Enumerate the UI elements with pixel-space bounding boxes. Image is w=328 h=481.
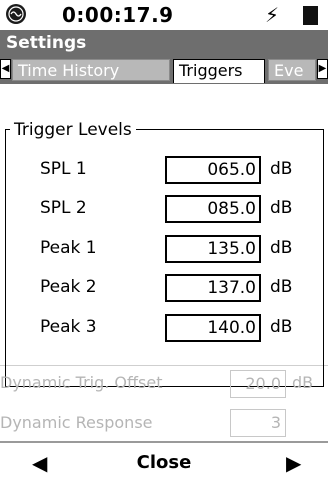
spl2-unit: dB (270, 198, 293, 218)
peak2-input[interactable]: 137.0 (165, 274, 261, 302)
peak1-label: Peak 1 (40, 238, 97, 258)
page-title: Settings (0, 30, 328, 56)
peak2-label: Peak 2 (40, 277, 97, 297)
next-arrow-icon[interactable]: ▶ (286, 451, 301, 475)
tab-scroll-right-button[interactable]: ▶ (317, 59, 328, 79)
dynamic-response-label: Dynamic Response (0, 413, 153, 432)
spl1-label: SPL 1 (40, 159, 87, 179)
peak3-unit: dB (270, 317, 293, 337)
spl1-unit: dB (270, 159, 293, 179)
tab-time-history[interactable]: Time History (12, 59, 170, 81)
device-logo-icon (6, 4, 26, 24)
tab-events[interactable]: Eve (268, 59, 316, 81)
peak3-label: Peak 3 (40, 317, 97, 337)
peak1-unit: dB (270, 238, 293, 258)
dynamic-trig-offset-unit: dB (292, 373, 314, 392)
tab-triggers[interactable]: Triggers (173, 59, 265, 83)
elapsed-time: 0:00:17.9 (62, 3, 174, 27)
dynamic-trig-offset-input[interactable]: 20.0 (230, 370, 286, 398)
peak2-unit: dB (270, 277, 293, 297)
peak1-input[interactable]: 135.0 (165, 235, 261, 263)
battery-icon (303, 6, 318, 25)
spl1-input[interactable]: 065.0 (165, 156, 261, 184)
peak3-input[interactable]: 140.0 (165, 314, 261, 342)
close-button[interactable]: Close (128, 449, 200, 477)
bottom-bar: ◀ Close ▶ (0, 441, 328, 481)
lightning-bolt-icon: ⚡ (265, 3, 280, 27)
previous-arrow-icon[interactable]: ◀ (32, 451, 47, 475)
group-title: Trigger Levels (10, 120, 136, 140)
spl2-label: SPL 2 (40, 198, 87, 218)
settings-panel: Trigger Levels SPL 1 065.0 dB SPL 2 085.… (0, 84, 328, 387)
spl2-input[interactable]: 085.0 (165, 195, 261, 223)
status-bar: 0:00:17.9 ⚡ (0, 0, 328, 30)
tab-scroll-left-button[interactable]: ◀ (0, 59, 11, 79)
dynamic-trig-offset-label: Dynamic Trig. Offset (0, 373, 163, 392)
dynamic-response-input[interactable]: 3 (230, 409, 286, 437)
